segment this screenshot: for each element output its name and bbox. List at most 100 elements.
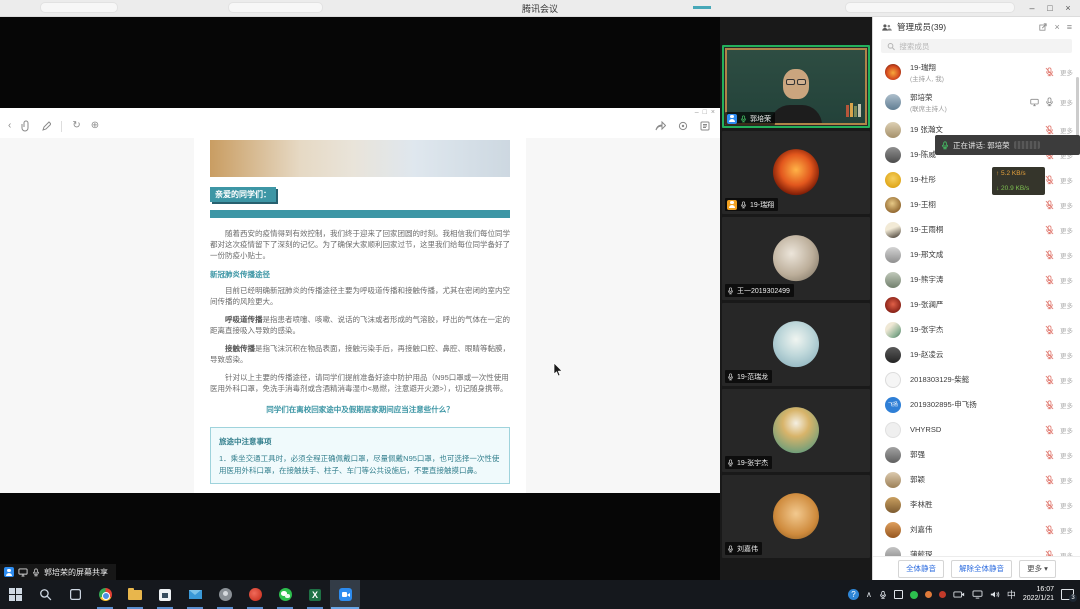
panel-close-icon[interactable]: ×	[1054, 22, 1059, 32]
start-button[interactable]	[0, 580, 30, 609]
member-row[interactable]: 19-熊宇涛 更多	[873, 267, 1080, 292]
member-row[interactable]: 蒲懿琛 更多	[873, 542, 1080, 556]
taskbar-app-meeting[interactable]	[330, 580, 360, 609]
taskbar-app-contacts[interactable]	[210, 580, 240, 609]
taskbar-app-music[interactable]	[240, 580, 270, 609]
document-scroll-area[interactable]: 亲爱的同学们： 随着西安的疫情得到有效控制，我们终于迎来了回家团圆的时刻。我相信…	[0, 138, 720, 493]
tray-mic-icon[interactable]	[879, 590, 887, 600]
ime-indicator[interactable]: 中	[1007, 590, 1016, 600]
panel-menu-icon[interactable]: ≡	[1067, 22, 1072, 32]
member-more-button[interactable]: 更多	[1060, 475, 1073, 485]
search-input[interactable]	[899, 42, 1066, 51]
globe-icon[interactable]: ⊕	[91, 121, 99, 131]
wechat-tray-icon[interactable]	[910, 591, 918, 599]
minimize-button[interactable]: –	[1024, 0, 1040, 17]
taskbar-app-mail[interactable]	[180, 580, 210, 609]
member-row[interactable]: VHYRSD 更多	[873, 417, 1080, 442]
mic-icon[interactable]	[1045, 325, 1054, 335]
mic-icon[interactable]	[1045, 500, 1054, 510]
video-tile[interactable]: 王一2019302499	[722, 217, 870, 300]
mic-icon[interactable]	[1045, 300, 1054, 310]
member-more-button[interactable]: 更多	[1060, 67, 1073, 77]
reader-icon[interactable]	[700, 121, 710, 131]
video-tile[interactable]: 刘嘉伟	[722, 475, 870, 558]
popout-icon[interactable]	[1039, 23, 1047, 31]
member-row[interactable]: 19-赵凌云 更多	[873, 342, 1080, 367]
mic-icon[interactable]	[1045, 425, 1054, 435]
member-row[interactable]: 19-张宇杰 更多	[873, 317, 1080, 342]
mic-icon[interactable]	[1045, 175, 1054, 185]
member-more-button[interactable]: 更多	[1060, 300, 1073, 310]
member-row[interactable]: 19-张澜严 更多	[873, 292, 1080, 317]
link-icon[interactable]	[21, 120, 31, 132]
video-tile[interactable]: 19-张宇杰	[722, 389, 870, 472]
clock[interactable]: 16:07 2022/1/21	[1023, 586, 1054, 603]
member-more-button[interactable]: 更多	[1060, 275, 1073, 285]
member-more-button[interactable]: 更多	[1060, 425, 1073, 435]
member-more-button[interactable]: 更多	[1060, 525, 1073, 535]
mic-icon[interactable]	[1045, 97, 1054, 107]
mic-icon[interactable]	[1045, 450, 1054, 460]
mic-icon[interactable]	[1045, 375, 1054, 385]
member-row[interactable]: 2018303129-柴懿 更多	[873, 367, 1080, 392]
member-search-box[interactable]	[881, 39, 1072, 53]
video-tile-active-speaker[interactable]: 郭培荣	[722, 45, 870, 128]
mic-icon[interactable]	[1045, 125, 1054, 135]
mic-icon[interactable]	[1045, 67, 1054, 77]
settings-icon[interactable]	[678, 121, 688, 131]
search-button[interactable]	[30, 580, 60, 609]
taskbar-app-excel[interactable]: X	[300, 580, 330, 609]
share-icon[interactable]	[655, 121, 666, 131]
member-row[interactable]: 郭颖 更多	[873, 467, 1080, 492]
member-more-button[interactable]: 更多	[1060, 200, 1073, 210]
member-row[interactable]: 郭强 更多	[873, 442, 1080, 467]
close-button[interactable]: ×	[1060, 0, 1076, 17]
member-more-button[interactable]: 更多	[1060, 450, 1073, 460]
viewer-maximize-button[interactable]: □	[703, 109, 707, 116]
member-row[interactable]: 19-杜彤 更多	[873, 167, 1080, 192]
member-more-button[interactable]: 更多	[1060, 350, 1073, 360]
hidden-icons-chevron[interactable]: ∧	[866, 590, 872, 600]
taskbar-app-store[interactable]	[150, 580, 180, 609]
mic-icon[interactable]	[1045, 200, 1054, 210]
member-more-button[interactable]: 更多	[1060, 175, 1073, 185]
mic-icon[interactable]	[1045, 250, 1054, 260]
member-more-button[interactable]: 更多	[1060, 225, 1073, 235]
member-more-button[interactable]: 更多	[1060, 325, 1073, 335]
viewer-close-button[interactable]: ×	[711, 109, 715, 116]
mic-icon[interactable]	[1045, 225, 1054, 235]
tray-app-icon[interactable]	[894, 590, 903, 599]
mic-icon[interactable]	[1045, 350, 1054, 360]
member-row[interactable]: 飞扬 2019302895-申飞扬 更多	[873, 392, 1080, 417]
member-more-button[interactable]: 更多	[1060, 400, 1073, 410]
task-view-button[interactable]	[60, 580, 90, 609]
member-row[interactable]: 19-王栩 更多	[873, 192, 1080, 217]
mic-icon[interactable]	[1045, 525, 1054, 535]
mic-icon[interactable]	[1045, 400, 1054, 410]
tray-app-icon[interactable]	[939, 591, 946, 598]
member-more-button[interactable]: 更多	[1060, 375, 1073, 385]
video-tile[interactable]: 19-瑞翔	[722, 131, 870, 214]
action-center-icon[interactable]: 3	[1061, 589, 1074, 600]
member-row[interactable]: 19-邢文成 更多	[873, 242, 1080, 267]
taskbar-app-chrome[interactable]	[90, 580, 120, 609]
pen-icon[interactable]	[41, 121, 51, 132]
volume-icon[interactable]	[990, 590, 1000, 599]
mute-all-button[interactable]: 全体静音	[898, 560, 944, 578]
refresh-icon[interactable]: ↻	[72, 121, 80, 131]
tray-app-icon[interactable]	[925, 591, 932, 598]
chevron-left-icon[interactable]: ‹	[8, 121, 11, 131]
maximize-button[interactable]: □	[1042, 0, 1058, 17]
network-icon[interactable]	[972, 590, 983, 599]
unmute-all-button[interactable]: 解除全体静音	[951, 560, 1012, 578]
member-row[interactable]: 郭培荣 (联席主持人) 更多	[873, 87, 1080, 117]
taskbar-app-explorer[interactable]	[120, 580, 150, 609]
mic-icon[interactable]	[1045, 275, 1054, 285]
member-more-button[interactable]: 更多	[1060, 125, 1073, 135]
member-row[interactable]: 19-王雨桐 更多	[873, 217, 1080, 242]
more-button[interactable]: 更多 ▾	[1019, 560, 1056, 578]
tray-camera-icon[interactable]	[953, 590, 965, 599]
member-row[interactable]: 李林胜 更多	[873, 492, 1080, 517]
member-row[interactable]: 19-瑞翔 (主持人, 我) 更多	[873, 57, 1080, 87]
member-more-button[interactable]: 更多	[1060, 97, 1073, 107]
